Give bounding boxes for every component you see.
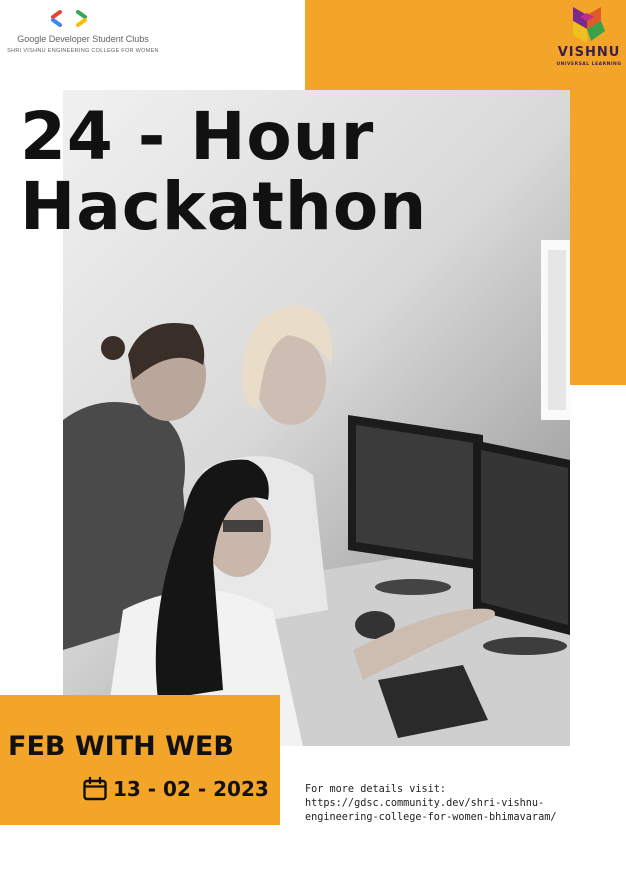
gdsc-logo-icon	[51, 10, 87, 27]
page-title: 24 - Hour Hackathon	[20, 102, 427, 242]
calendar-icon	[83, 776, 107, 801]
event-date-row: 13 - 02 - 2023	[82, 776, 269, 802]
details-block: For more details visit: https://gdsc.com…	[305, 783, 605, 825]
vishnu-logo-icon	[573, 7, 605, 43]
details-link-line-2[interactable]: engineering-college-for-women-bhimavaram…	[305, 812, 556, 823]
details-link-line-1[interactable]: https://gdsc.community.dev/shri-vishnu-	[305, 798, 544, 809]
title-line-2: Hackathon	[20, 168, 428, 245]
title-line-1: 24 - Hour	[20, 98, 375, 175]
vishnu-tagline: UNIVERSAL LEARNING	[556, 62, 622, 67]
gdsc-club-name: Google Developer Student Clubs	[17, 34, 149, 44]
details-label: For more details visit:	[305, 784, 447, 795]
vishnu-brand-name: VISHNU	[557, 45, 621, 60]
gdsc-college-name: Shri Vishnu Engineering College for Wome…	[7, 48, 159, 54]
event-date: 13 - 02 - 2023	[113, 777, 269, 801]
event-name: FEB WITH WEB	[8, 731, 234, 762]
